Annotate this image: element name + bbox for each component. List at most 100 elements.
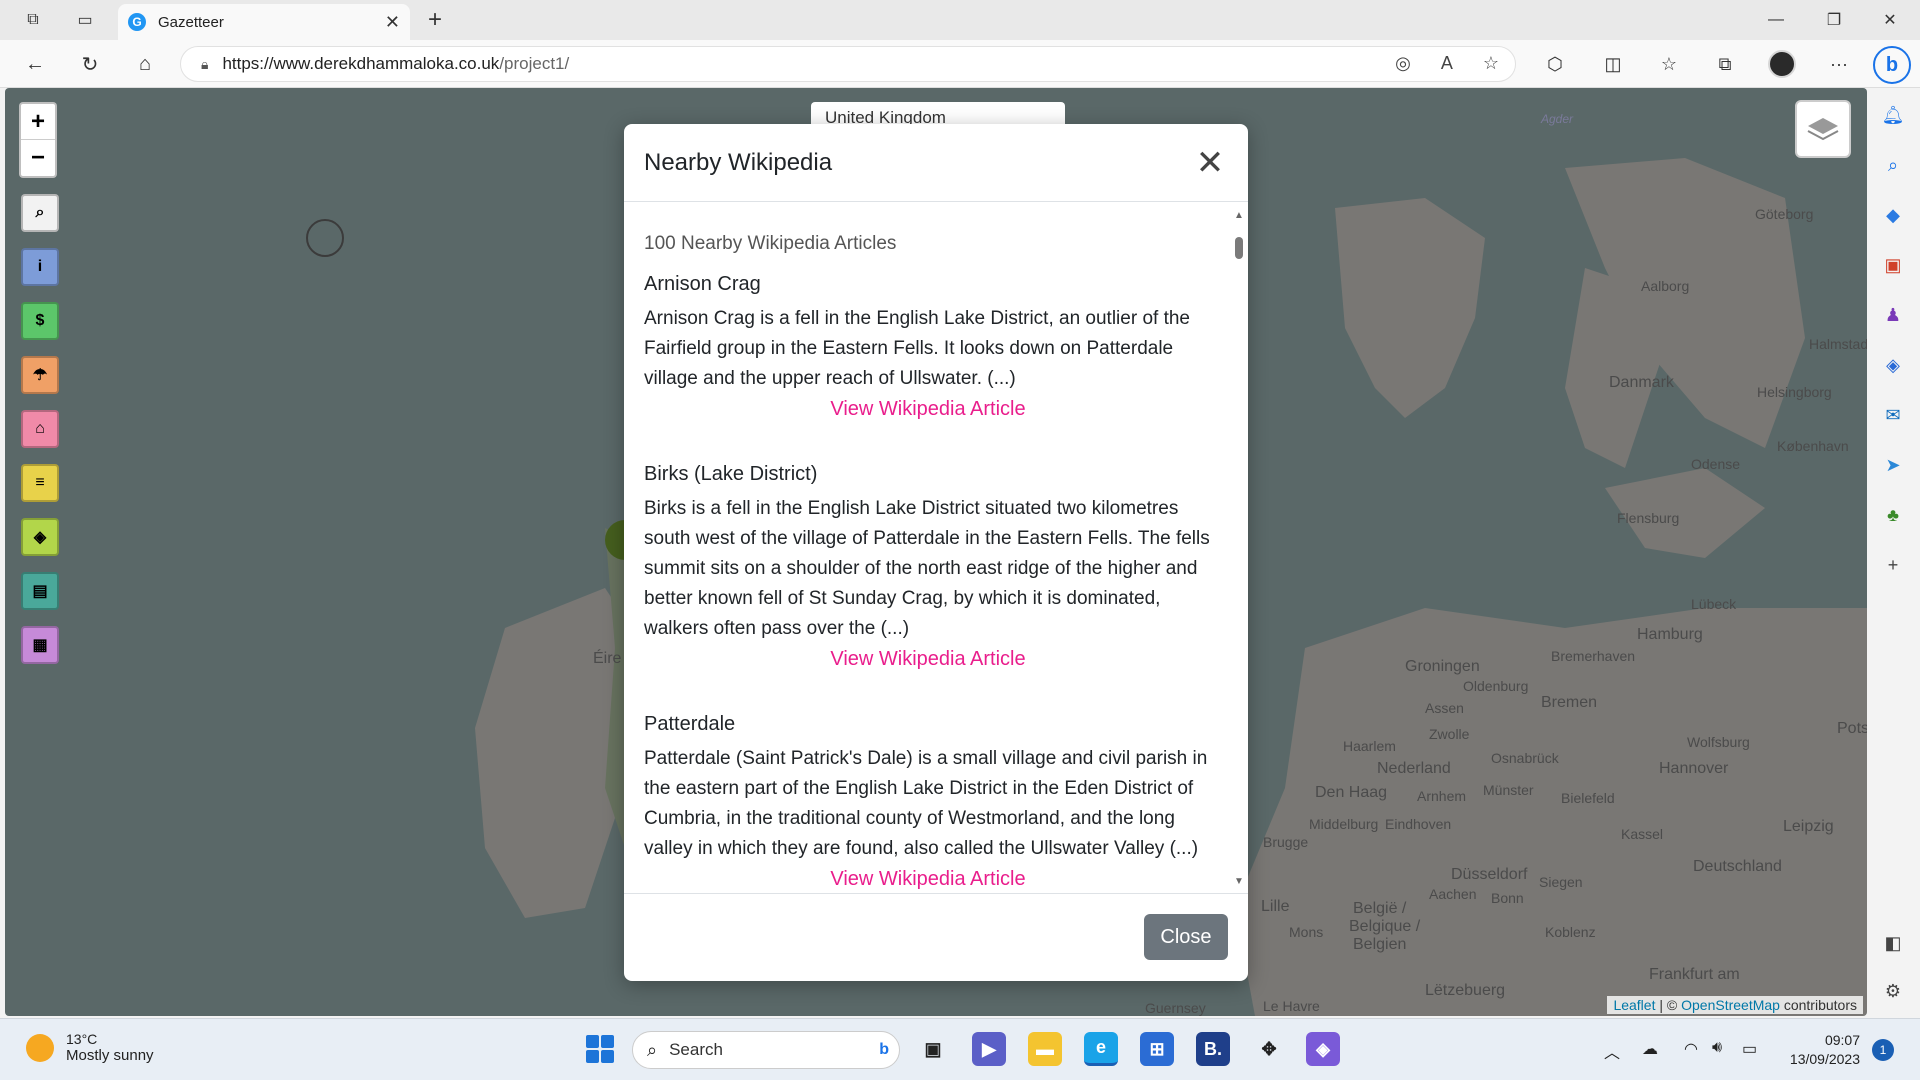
- database-button[interactable]: ≡: [21, 464, 59, 502]
- article-title: Patterdale: [644, 713, 736, 735]
- edge-icon[interactable]: e: [1084, 1032, 1118, 1066]
- tools-icon[interactable]: ▣: [1878, 250, 1908, 280]
- clock-time: 09:07: [1824, 1032, 1860, 1048]
- vertical-tabs-icon[interactable]: ▭: [70, 6, 100, 34]
- send-icon[interactable]: ➤: [1878, 450, 1908, 480]
- zoom-out-button[interactable]: −: [21, 140, 55, 176]
- favorites-icon[interactable]: ☆: [1654, 50, 1684, 78]
- search-sidebar-icon[interactable]: ⌕: [1878, 150, 1908, 180]
- sidebar-toggle-icon[interactable]: ◧: [1878, 928, 1908, 958]
- battery-icon[interactable]: ▭: [1742, 1039, 1757, 1059]
- weather-widget[interactable]: 13°C Mostly sunny: [26, 1031, 154, 1064]
- label-oldenburg: Oldenburg: [1463, 678, 1529, 694]
- search-icon: ⌕: [647, 1039, 658, 1060]
- view-article-link[interactable]: View Wikipedia Article: [644, 648, 1212, 671]
- profile-avatar[interactable]: [1768, 50, 1796, 78]
- more-icon[interactable]: ···: [1824, 50, 1854, 78]
- settings-gear-icon[interactable]: ⚙: [1878, 976, 1908, 1006]
- teams-icon[interactable]: ▶: [972, 1032, 1006, 1066]
- newspaper-icon: ▦: [32, 637, 48, 654]
- add-sidebar-icon[interactable]: +: [1878, 550, 1908, 580]
- close-icon[interactable]: ✕: [1192, 144, 1228, 182]
- label-nederland: Nederland: [1377, 760, 1451, 777]
- onedrive-icon[interactable]: ☁: [1642, 1039, 1658, 1059]
- id-card-icon: ▤: [32, 583, 48, 600]
- scroll-down-icon[interactable]: ▼: [1234, 877, 1244, 887]
- notification-badge[interactable]: 1: [1872, 1039, 1894, 1061]
- label-bremen: Bremen: [1541, 694, 1598, 711]
- location-button[interactable]: ◈: [21, 518, 59, 556]
- new-tab-icon[interactable]: +: [420, 6, 450, 34]
- games-icon[interactable]: ♟: [1878, 300, 1908, 330]
- modal-scrollbar[interactable]: ▲ ▼: [1232, 211, 1246, 887]
- wifi-icon[interactable]: ◠: [1684, 1039, 1698, 1059]
- location-icon[interactable]: ◎: [1395, 53, 1411, 74]
- restore-icon[interactable]: ❐: [1814, 6, 1854, 34]
- notification-bell-icon[interactable]: 🔔︎: [1878, 100, 1908, 130]
- file-explorer-icon[interactable]: ▬: [1028, 1032, 1062, 1066]
- label-mons: Mons: [1289, 924, 1324, 940]
- volume-icon[interactable]: 🔊︎: [1712, 1039, 1722, 1057]
- collections-icon[interactable]: ⧉: [1710, 50, 1740, 78]
- weather-button[interactable]: ☂: [21, 356, 59, 394]
- clock[interactable]: 09:07 13/09/2023: [1782, 1031, 1860, 1069]
- taskbar-search[interactable]: ⌕ Search b: [632, 1031, 900, 1069]
- read-aloud-icon[interactable]: A: [1441, 53, 1453, 74]
- label-leipzig: Leipzig: [1783, 818, 1834, 835]
- landmarks-button[interactable]: ⌂: [21, 410, 59, 448]
- osm-link[interactable]: OpenStreetMap: [1681, 997, 1780, 1013]
- split-screen-icon[interactable]: ◫: [1598, 50, 1628, 78]
- zoom-in-button[interactable]: +: [21, 104, 55, 140]
- dollar-icon: $: [35, 312, 45, 329]
- wikipedia-modal: Nearby Wikipedia ✕ 100 Nearby Wikipedia …: [624, 124, 1248, 981]
- close-window-icon[interactable]: ✕: [1870, 6, 1910, 34]
- address-bar[interactable]: 🔒︎ https://www.derekdhammaloka.co.uk/pro…: [180, 46, 1516, 82]
- close-button[interactable]: Close: [1144, 914, 1228, 960]
- refresh-icon[interactable]: ↻: [75, 50, 105, 78]
- workspaces-icon[interactable]: ⧉: [18, 6, 48, 34]
- label-agder: Agder: [1541, 112, 1574, 126]
- tree-icon[interactable]: ♣: [1878, 500, 1908, 530]
- home-icon[interactable]: ⌂: [130, 50, 160, 78]
- task-view-icon[interactable]: ▣: [916, 1032, 950, 1066]
- view-article-link[interactable]: View Wikipedia Article: [644, 398, 1212, 421]
- label-danmark: Danmark: [1609, 374, 1674, 391]
- zoom-control: + −: [19, 102, 57, 178]
- search-button[interactable]: ⌕: [21, 194, 59, 232]
- bing-copilot-icon[interactable]: b: [1873, 46, 1911, 84]
- info-button[interactable]: i: [21, 248, 59, 286]
- leaflet-link[interactable]: Leaflet: [1613, 997, 1655, 1013]
- close-tab-icon[interactable]: ✕: [385, 12, 400, 33]
- database-icon: ≡: [35, 474, 45, 491]
- label-bremerhaven: Bremerhaven: [1551, 648, 1636, 664]
- back-icon[interactable]: ←: [20, 50, 50, 78]
- currency-button[interactable]: $: [21, 302, 59, 340]
- b-app-icon[interactable]: B.: [1196, 1032, 1230, 1066]
- copilot-icon[interactable]: ◈: [1306, 1032, 1340, 1066]
- microsoft365-icon[interactable]: ◈: [1878, 350, 1908, 380]
- favorite-star-icon[interactable]: ☆: [1483, 53, 1499, 74]
- shopping-tag-icon[interactable]: ◆: [1878, 200, 1908, 230]
- modal-body[interactable]: 100 Nearby Wikipedia Articles Arnison Cr…: [624, 203, 1248, 893]
- label-belgique: Belgique /: [1349, 918, 1421, 935]
- layers-control[interactable]: [1795, 100, 1851, 158]
- minimize-icon[interactable]: —: [1756, 6, 1796, 34]
- label-deutschland: Deutschland: [1693, 858, 1782, 875]
- show-hidden-icons[interactable]: ︿: [1604, 1039, 1620, 1063]
- contact-button[interactable]: ▤: [21, 572, 59, 610]
- scroll-up-icon[interactable]: ▲: [1234, 211, 1244, 221]
- scrollbar-thumb[interactable]: [1235, 237, 1243, 259]
- label-koblenz: Koblenz: [1545, 924, 1596, 940]
- news-button[interactable]: ▦: [21, 626, 59, 664]
- store-icon[interactable]: ⊞: [1140, 1032, 1174, 1066]
- start-button[interactable]: [586, 1035, 614, 1063]
- tab-title: Gazetteer: [158, 13, 224, 31]
- dropbox-icon[interactable]: ✥: [1252, 1032, 1286, 1066]
- landmark-icon: ⌂: [35, 420, 45, 437]
- lock-icon[interactable]: 🔒︎: [201, 56, 208, 73]
- label-flensburg: Flensburg: [1617, 510, 1680, 526]
- tab-gazetteer[interactable]: G Gazetteer ✕: [118, 4, 410, 40]
- outlook-icon[interactable]: ✉: [1878, 400, 1908, 430]
- extensions-icon[interactable]: ⬡: [1540, 50, 1570, 78]
- view-article-link[interactable]: View Wikipedia Article: [644, 868, 1212, 891]
